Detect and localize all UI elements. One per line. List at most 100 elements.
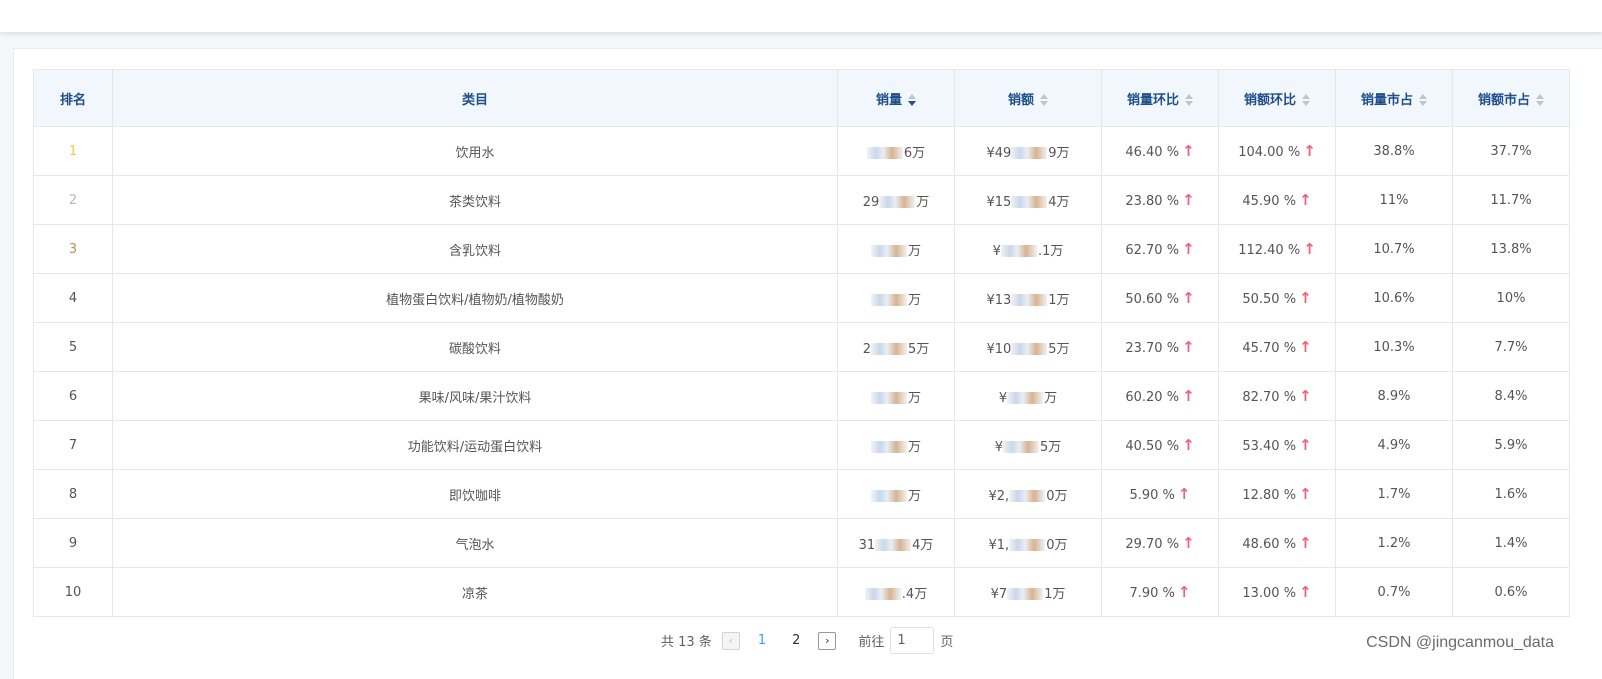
category-name: 功能饮料/运动蛋白饮料 bbox=[112, 420, 838, 470]
amount-tail: 4万 bbox=[1048, 194, 1070, 210]
amount-mom-value: 48.60 % bbox=[1242, 537, 1297, 552]
sort-caret-icon[interactable] bbox=[1040, 94, 1048, 106]
volume-share-cell: 8.9% bbox=[1335, 371, 1453, 421]
goto-label: 前往 bbox=[858, 635, 885, 650]
amount-prefix: ¥7 bbox=[990, 586, 1008, 602]
table-row: 2 茶类饮料 29 万 ¥15 4万 23.80 % ↑ 45.90 % ↑ 11% 11.7% bbox=[33, 175, 1570, 225]
rank-number: 3 bbox=[33, 224, 113, 274]
amount-share-cell: 5.9% bbox=[1452, 420, 1570, 470]
sort-caret-icon[interactable] bbox=[1302, 94, 1310, 106]
amount-mom-value: 45.90 % bbox=[1242, 194, 1297, 209]
volume-mom-cell: 62.70 % ↑ bbox=[1101, 224, 1219, 274]
arrow-up-icon: ↑ bbox=[1299, 387, 1312, 405]
amount-share-cell: 37.7% bbox=[1452, 126, 1570, 176]
amount-cell: ¥5万 bbox=[954, 420, 1102, 470]
volume-share-cell: 1.7% bbox=[1335, 469, 1453, 519]
sort-caret-icon[interactable] bbox=[1419, 94, 1427, 106]
arrow-up-icon: ↑ bbox=[1299, 338, 1312, 356]
page-1[interactable]: 1 bbox=[758, 633, 766, 648]
volume-cell: .4万 bbox=[837, 567, 955, 617]
rank-number: 8 bbox=[33, 469, 113, 519]
amount-mom-value: 53.40 % bbox=[1242, 439, 1297, 454]
volume-tail: 6万 bbox=[903, 145, 926, 161]
volume-tail: 万 bbox=[907, 439, 921, 455]
amount-cell: ¥15 4万 bbox=[954, 175, 1102, 225]
header-amount[interactable]: 销额 bbox=[954, 69, 1102, 127]
page-2[interactable]: 2 bbox=[792, 633, 800, 648]
volume-share-cell: 1.2% bbox=[1335, 518, 1453, 568]
redacted-mosaic bbox=[1009, 490, 1046, 502]
category-name: 饮用水 bbox=[112, 126, 838, 176]
volume-tail: .4万 bbox=[901, 586, 928, 602]
amount-share-cell: 1.4% bbox=[1452, 518, 1570, 568]
redacted-mosaic bbox=[1000, 245, 1037, 257]
header-category: 类目 bbox=[112, 69, 838, 127]
header-volume-mom[interactable]: 销量环比 bbox=[1101, 69, 1219, 127]
amount-mom-cell: 112.40 % ↑ bbox=[1218, 224, 1336, 274]
redacted-mosaic bbox=[870, 441, 907, 453]
category-name: 即饮咖啡 bbox=[112, 469, 838, 519]
header-volume-share[interactable]: 销量市占 bbox=[1335, 69, 1453, 127]
chevron-left-icon[interactable]: ‹ bbox=[721, 631, 740, 650]
volume-share-cell: 10.3% bbox=[1335, 322, 1453, 372]
volume-mom-cell: 23.70 % ↑ bbox=[1101, 322, 1219, 372]
volume-mom-value: 62.70 % bbox=[1125, 243, 1180, 258]
redacted-mosaic bbox=[864, 588, 901, 600]
category-name: 果味/风味/果汁饮料 bbox=[112, 371, 838, 421]
volume-prefix: 31 bbox=[858, 537, 876, 553]
amount-tail: .1万 bbox=[1037, 243, 1064, 259]
rank-number: 1 bbox=[33, 126, 113, 176]
redacted-mosaic bbox=[1011, 147, 1048, 159]
amount-mom-value: 13.00 % bbox=[1242, 586, 1297, 601]
redacted-mosaic bbox=[1011, 196, 1048, 208]
amount-tail: 0万 bbox=[1046, 537, 1068, 553]
amount-share-cell: 7.7% bbox=[1452, 322, 1570, 372]
amount-prefix: ¥ bbox=[992, 243, 1001, 259]
volume-mom-cell: 23.80 % ↑ bbox=[1101, 175, 1219, 225]
volume-cell: 万 bbox=[837, 420, 955, 470]
amount-share-cell: 10% bbox=[1452, 273, 1570, 323]
sort-caret-icon[interactable] bbox=[908, 94, 916, 106]
amount-mom-cell: 104.00 % ↑ bbox=[1218, 126, 1336, 176]
volume-mom-value: 5.90 % bbox=[1129, 488, 1175, 503]
rank-number: 9 bbox=[33, 518, 113, 568]
arrow-up-icon: ↑ bbox=[1303, 142, 1316, 160]
amount-prefix: ¥15 bbox=[986, 194, 1012, 210]
arrow-up-icon: ↑ bbox=[1182, 289, 1195, 307]
header-amount-share[interactable]: 销额市占 bbox=[1452, 69, 1570, 127]
amount-cell: ¥10 5万 bbox=[954, 322, 1102, 372]
amount-tail: 0万 bbox=[1046, 488, 1068, 504]
arrow-up-icon: ↑ bbox=[1177, 485, 1191, 503]
volume-mom-cell: 60.20 % ↑ bbox=[1101, 371, 1219, 421]
sort-caret-icon[interactable] bbox=[1536, 94, 1544, 106]
amount-prefix: ¥ bbox=[998, 390, 1008, 406]
rank-number: 7 bbox=[33, 420, 113, 470]
goto-page-input[interactable] bbox=[890, 627, 935, 654]
amount-share-cell: 1.6% bbox=[1452, 469, 1570, 519]
redacted-mosaic bbox=[1003, 441, 1039, 453]
category-name: 含乳饮料 bbox=[112, 224, 838, 274]
amount-mom-cell: 45.70 % ↑ bbox=[1218, 322, 1336, 372]
chevron-right-icon[interactable]: › bbox=[818, 631, 837, 650]
table-row: 4 植物蛋白饮料/植物奶/植物酸奶万 ¥13 1万 50.60 % ↑ 50.50 % ↑ 10… bbox=[33, 273, 1570, 323]
volume-cell: 万 bbox=[837, 273, 955, 323]
volume-tail: 万 bbox=[907, 243, 921, 259]
volume-share-cell: 4.9% bbox=[1335, 420, 1453, 470]
header-amount-mom[interactable]: 销额环比 bbox=[1218, 69, 1336, 127]
amount-tail: 1万 bbox=[1044, 586, 1066, 602]
category-name: 茶类饮料 bbox=[112, 175, 838, 225]
volume-mom-value: 7.90 % bbox=[1129, 586, 1175, 601]
pagination-total: 共 13 条 bbox=[661, 635, 712, 650]
amount-mom-value: 104.00 % bbox=[1238, 145, 1301, 160]
category-name: 碳酸饮料 bbox=[112, 322, 838, 372]
amount-share-cell: 8.4% bbox=[1452, 371, 1570, 421]
amount-prefix: ¥ bbox=[994, 439, 1003, 455]
sort-caret-icon[interactable] bbox=[1185, 94, 1193, 106]
header-volume[interactable]: 销量 bbox=[837, 69, 955, 127]
amount-mom-value: 82.70 % bbox=[1242, 390, 1297, 405]
category-name: 凉茶 bbox=[112, 567, 838, 617]
volume-tail: 万 bbox=[907, 390, 921, 406]
arrow-up-icon: ↑ bbox=[1182, 142, 1195, 160]
table-row: 7 功能饮料/运动蛋白饮料万 ¥5万 40.50 % ↑ 53.40 % ↑ 4.9% 5.9% bbox=[33, 420, 1570, 470]
volume-share-cell: 10.7% bbox=[1335, 224, 1453, 274]
